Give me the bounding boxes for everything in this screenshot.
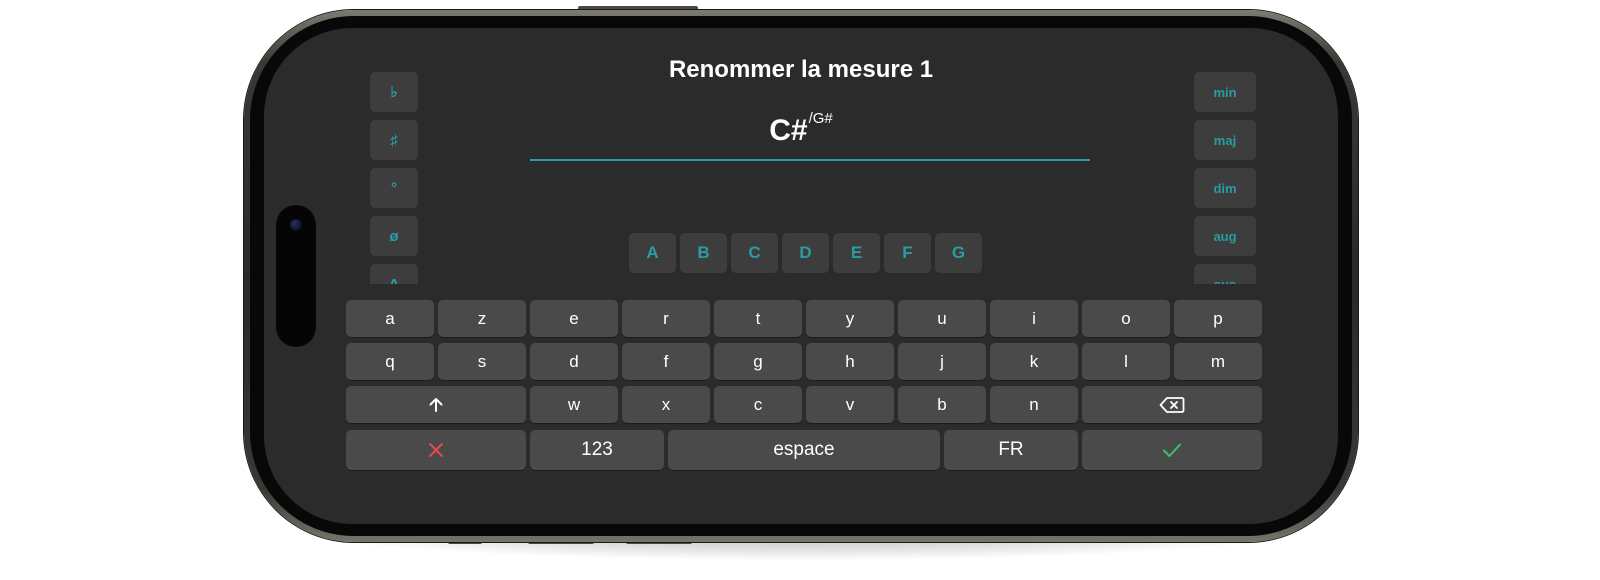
dialog-title: Renommer la mesure 1: [668, 56, 934, 83]
half-diminished-button[interactable]: ø: [370, 216, 418, 256]
language-key[interactable]: FR: [944, 430, 1078, 470]
shift-key[interactable]: [346, 386, 526, 423]
note-button-f[interactable]: F: [884, 233, 931, 273]
chord-root: C#: [769, 114, 808, 147]
note-button-g[interactable]: G: [935, 233, 982, 273]
key-f[interactable]: f: [622, 343, 710, 380]
diminished-button[interactable]: °: [370, 168, 418, 208]
key-v[interactable]: v: [806, 386, 894, 423]
key-t[interactable]: t: [714, 300, 802, 337]
space-key[interactable]: espace: [668, 430, 940, 470]
close-icon: [429, 443, 443, 457]
modifier-column-right: min maj dim aug sus: [1194, 72, 1256, 284]
key-i[interactable]: i: [990, 300, 1078, 337]
key-y[interactable]: y: [806, 300, 894, 337]
key-m[interactable]: m: [1174, 343, 1262, 380]
min-button[interactable]: min: [1194, 72, 1256, 112]
key-x[interactable]: x: [622, 386, 710, 423]
checkmark-icon: [1163, 443, 1181, 457]
key-j[interactable]: j: [898, 343, 986, 380]
front-camera: [290, 219, 302, 231]
key-n[interactable]: n: [990, 386, 1078, 423]
note-button-b[interactable]: B: [680, 233, 727, 273]
key-r[interactable]: r: [622, 300, 710, 337]
note-button-a[interactable]: A: [629, 233, 676, 273]
maj-button[interactable]: maj: [1194, 120, 1256, 160]
chord-bass: /G#: [808, 110, 833, 127]
key-o[interactable]: o: [1082, 300, 1170, 337]
backspace-key[interactable]: [1082, 386, 1262, 423]
note-buttons: A B C D E F G: [629, 233, 982, 273]
key-h[interactable]: h: [806, 343, 894, 380]
note-button-c[interactable]: C: [731, 233, 778, 273]
key-c[interactable]: c: [714, 386, 802, 423]
key-b[interactable]: b: [898, 386, 986, 423]
chord-input[interactable]: C#/G#: [264, 110, 1338, 148]
key-k[interactable]: k: [990, 343, 1078, 380]
key-l[interactable]: l: [1082, 343, 1170, 380]
arrow-up-icon: [429, 397, 443, 412]
modifier-column-left: ♭ ♯ ° ø Δ: [370, 72, 418, 284]
delete-left-icon: [1159, 396, 1185, 413]
key-g[interactable]: g: [714, 343, 802, 380]
sus-button[interactable]: sus: [1194, 264, 1256, 284]
input-underline: [530, 159, 1090, 161]
cancel-key[interactable]: [346, 430, 526, 470]
key-e[interactable]: e: [530, 300, 618, 337]
dim-button[interactable]: dim: [1194, 168, 1256, 208]
key-a[interactable]: a: [346, 300, 434, 337]
key-w[interactable]: w: [530, 386, 618, 423]
numbers-key[interactable]: 123: [530, 430, 664, 470]
note-button-e[interactable]: E: [833, 233, 880, 273]
dynamic-island: [276, 205, 316, 347]
aug-button[interactable]: aug: [1194, 216, 1256, 256]
key-p[interactable]: p: [1174, 300, 1262, 337]
key-d[interactable]: d: [530, 343, 618, 380]
note-button-d[interactable]: D: [782, 233, 829, 273]
key-u[interactable]: u: [898, 300, 986, 337]
flat-button[interactable]: ♭: [370, 72, 418, 112]
phone-screen: Renommer la mesure 1 C#/G# ♭ ♯ ° ø Δ min…: [264, 28, 1338, 524]
major-seventh-button[interactable]: Δ: [370, 264, 418, 284]
key-z[interactable]: z: [438, 300, 526, 337]
key-s[interactable]: s: [438, 343, 526, 380]
sharp-button[interactable]: ♯: [370, 120, 418, 160]
key-q[interactable]: q: [346, 343, 434, 380]
confirm-key[interactable]: [1082, 430, 1262, 470]
